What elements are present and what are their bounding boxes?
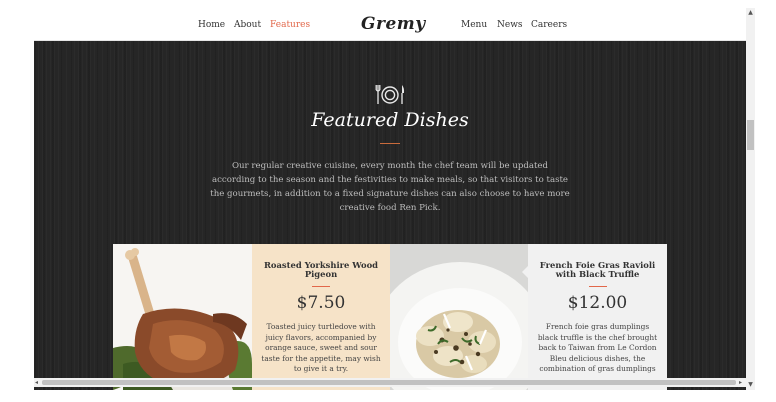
horizontal-scroll-thumb[interactable] bbox=[42, 380, 736, 385]
title-divider bbox=[380, 143, 400, 144]
foie-gras-ravioli-image[interactable] bbox=[390, 244, 528, 390]
card-pointer bbox=[522, 266, 528, 278]
featured-dishes-section: Featured Dishes Our regular creative cui… bbox=[34, 41, 746, 390]
scroll-down-arrow-icon[interactable]: ▼ bbox=[747, 381, 754, 389]
nav-link-careers[interactable]: Careers bbox=[531, 20, 567, 30]
section-title: Featured Dishes bbox=[311, 109, 469, 131]
nav-link-news[interactable]: News bbox=[497, 20, 523, 30]
vertical-scroll-thumb[interactable] bbox=[747, 120, 754, 150]
dish-divider bbox=[312, 286, 330, 287]
dish-price: $7.50 bbox=[296, 293, 346, 313]
site-logo[interactable]: Gremy bbox=[361, 14, 426, 34]
scroll-left-arrow-icon[interactable]: ◂ bbox=[35, 378, 41, 387]
dish-cards-row: Roasted Yorkshire Wood Pigeon $7.50 Toas… bbox=[113, 244, 667, 390]
browser-viewport: Home About Features Gremy Menu News Care… bbox=[34, 8, 746, 390]
dish-divider bbox=[588, 286, 607, 287]
dish-description: Toasted juicy turtledove with juicy flav… bbox=[261, 322, 381, 373]
scroll-right-arrow-icon[interactable]: ▸ bbox=[739, 378, 745, 387]
nav-link-features[interactable]: Features bbox=[270, 20, 310, 30]
dish-title: French Foie Gras Ravioli with Black Truf… bbox=[539, 260, 656, 279]
dish-title: Roasted Yorkshire Wood Pigeon bbox=[263, 260, 379, 279]
dish-price: $12.00 bbox=[567, 293, 628, 313]
plate-fork-knife-icon bbox=[375, 85, 405, 104]
dish-description: French foie gras dumplings black truffle… bbox=[537, 322, 658, 373]
dish-card-ravioli[interactable]: French Foie Gras Ravioli with Black Truf… bbox=[522, 244, 667, 390]
section-description: Our regular creative cuisine, every mont… bbox=[210, 161, 570, 213]
nav-link-home[interactable]: Home bbox=[198, 20, 225, 30]
nav-link-about[interactable]: About bbox=[234, 20, 261, 30]
horizontal-scrollbar[interactable]: ◂ ▸ bbox=[34, 378, 746, 387]
dish-card-pigeon[interactable]: Roasted Yorkshire Wood Pigeon $7.50 Toas… bbox=[252, 244, 396, 390]
nav-link-menu[interactable]: Menu bbox=[461, 20, 487, 30]
vertical-scrollbar[interactable]: ▲ ▼ bbox=[746, 8, 755, 390]
top-navbar: Home About Features Gremy Menu News Care… bbox=[34, 8, 746, 41]
scroll-up-arrow-icon[interactable]: ▲ bbox=[747, 9, 754, 17]
roasted-pigeon-image[interactable] bbox=[113, 244, 252, 390]
